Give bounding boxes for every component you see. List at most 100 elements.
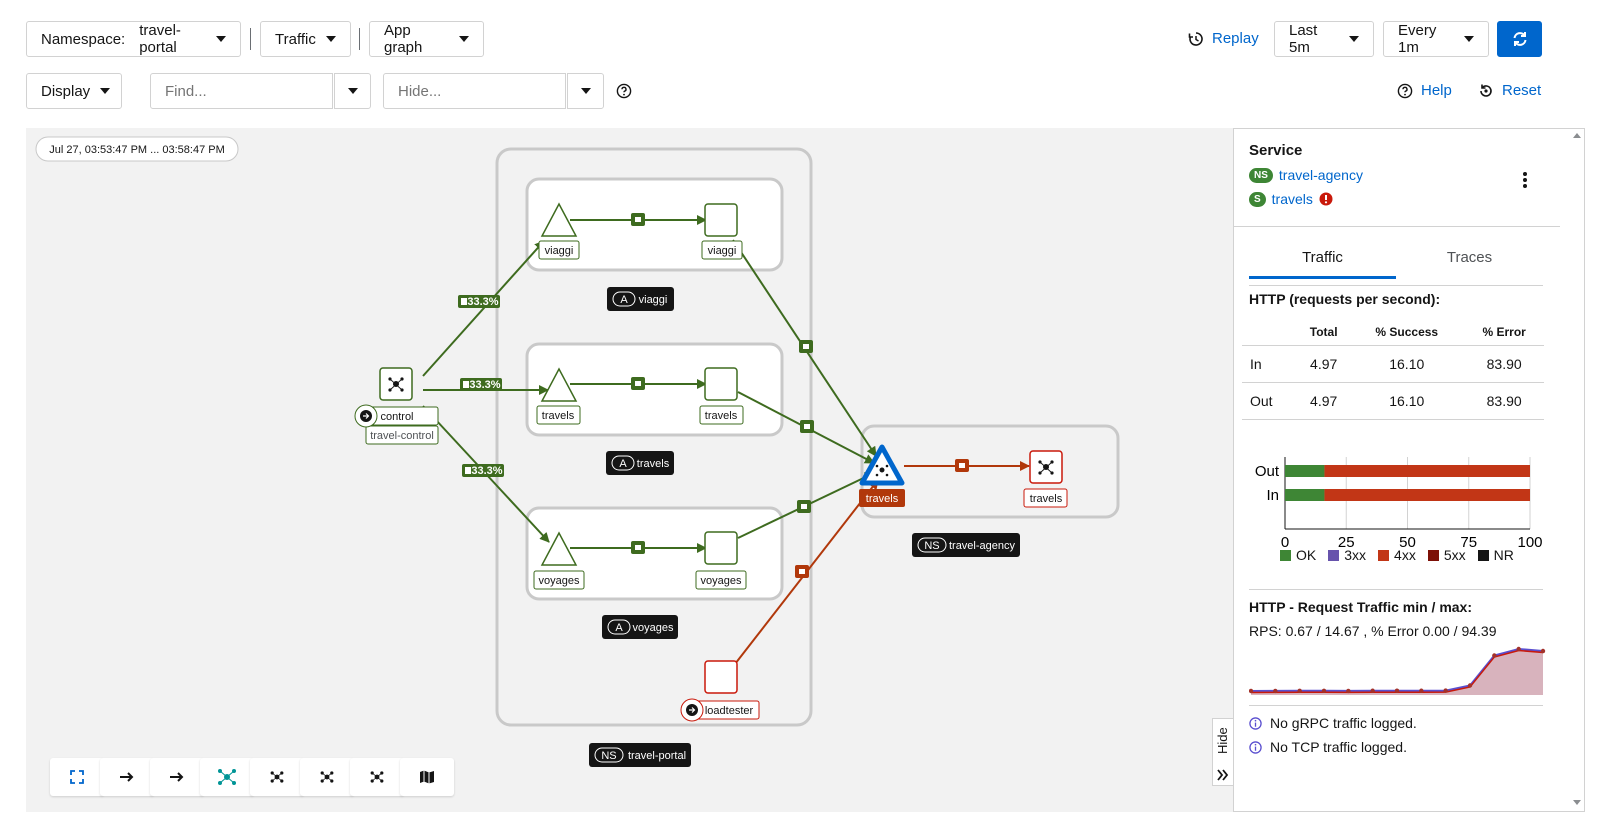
svg-text:travel-portal: travel-portal [628,750,686,762]
node-travels-workload[interactable] [1029,450,1063,484]
legend-label: 4xx [1394,547,1416,563]
table-row: In 4.97 16.10 83.90 [1242,345,1544,383]
svg-text:loadtester: loadtester [705,705,754,717]
svg-text:33.3%: 33.3% [467,296,498,308]
replay-button[interactable]: Replay [1188,30,1259,47]
viaggi-app-label: viaggi [538,240,580,260]
layout-3-button[interactable] [250,758,304,796]
box-label-travel-agency: NS travel-agency [912,533,1020,557]
find-input[interactable] [150,73,333,109]
bar-4xx-out [1324,465,1530,477]
legend-item: 4xx [1378,547,1416,563]
node-viaggi-service[interactable] [704,203,738,237]
layout-4-button[interactable] [300,758,354,796]
bar-4xx-in [1324,489,1530,501]
caret-down-icon [325,36,336,42]
lock-icon [955,459,969,472]
svg-text:travels: travels [1030,493,1063,505]
divider [1249,285,1543,286]
refresh-interval-dropdown[interactable]: Every 1m [1383,21,1489,57]
service-row: S travels [1249,191,1333,207]
caret-down-icon [1349,36,1359,42]
graph-type-dropdown[interactable]: App graph [369,21,484,57]
panel-scrollbar[interactable] [1570,129,1584,811]
svg-text:A: A [619,458,627,470]
layout-default-button[interactable] [100,758,154,796]
table-cell: 4.97 [1298,345,1350,383]
fit-to-screen-button[interactable] [50,758,104,796]
table-header: % Success [1375,325,1439,339]
duration-dropdown[interactable]: Last 5m [1274,21,1374,57]
legend-label: NR [1493,547,1514,563]
reset-button[interactable]: Reset [1478,82,1541,99]
scroll-up-icon[interactable] [1573,133,1581,138]
lock-icon [799,340,813,353]
topology-icon [218,769,236,785]
sparkline-point [1273,688,1278,694]
display-dropdown[interactable]: Display [26,73,122,109]
sync-icon [1513,32,1526,46]
find-dropdown-toggle[interactable] [334,73,371,109]
node-travels-service[interactable] [704,367,738,401]
table-cell: 83.90 [1464,382,1544,420]
timestamp: Jul 27, 03:53:47 PM ... 03:58:47 PM [49,144,225,156]
layout-5-button[interactable] [350,758,404,796]
traffic-dropdown[interactable]: Traffic [260,21,351,57]
svg-text:viaggi: viaggi [545,245,574,257]
scroll-down-icon[interactable] [1573,800,1581,805]
node-voyages-service[interactable] [704,531,738,565]
graph-canvas[interactable]: Jul 27, 03:53:47 PM ... 03:58:47 PM 33.3… [26,128,1234,812]
node-control[interactable] [379,367,413,401]
legend-swatch [1427,550,1439,561]
history-icon [1188,31,1203,46]
bar-legend: OK 3xx 4xx 5xx NR [1280,547,1514,563]
help-button[interactable]: Help [1397,82,1452,99]
long-arrow-right-icon [170,772,184,782]
root-entry-icon [680,698,704,722]
lock-icon [631,213,645,226]
service-link[interactable]: travels [1272,191,1313,207]
sparkline-point [1419,688,1424,693]
edge-label-viaggi: 33.3% [458,295,500,308]
svg-text:viaggi: viaggi [639,294,668,306]
question-circle-icon [1397,83,1413,98]
sparkline-point [1467,683,1473,688]
svg-text:NS: NS [924,540,939,552]
node-travels-selected-service[interactable] [859,444,905,486]
hide-input[interactable] [383,73,566,109]
tab-traffic[interactable]: Traffic [1249,241,1396,279]
reset-icon [1480,84,1492,97]
bar-ok-in [1285,489,1325,501]
layout-1-button[interactable] [150,758,204,796]
legend-label: OK [1296,547,1317,563]
divider [1249,705,1543,706]
ns-badge: NS [1249,167,1273,183]
legend-button[interactable] [400,758,454,796]
layout-2-button[interactable] [200,758,254,796]
question-circle-icon[interactable] [616,83,632,99]
table-header: % Error [1482,325,1526,339]
hide-panel-tab[interactable]: Hide [1212,718,1234,786]
node-loadtester[interactable] [704,660,738,694]
traffic-graph[interactable]: Jul 27, 03:53:47 PM ... 03:58:47 PM 33.3… [26,128,1234,812]
no-grpc-text: No gRPC traffic logged. [1270,715,1417,731]
minmax-text: RPS: 0.67 / 14.67 , % Error 0.00 / 94.39 [1249,623,1497,639]
sparkline-point [1321,688,1327,694]
angle-double-right-icon [1217,769,1229,781]
tab-traces[interactable]: Traces [1396,241,1543,279]
svg-text:control: control [380,411,413,423]
legend-swatch [1378,550,1390,561]
sparkline-point [1249,688,1254,694]
lock-icon [795,565,809,578]
svg-text:travels: travels [866,493,899,505]
hide-dropdown-toggle[interactable] [567,73,604,109]
divider [359,28,360,50]
namespace-link[interactable]: travel-agency [1279,167,1363,183]
sparkline-point [1394,688,1400,693]
refresh-button[interactable] [1497,21,1542,57]
namespace-dropdown[interactable]: Namespace: travel-portal [26,21,241,57]
kebab-menu-icon[interactable] [1522,171,1528,189]
traffic-label: Traffic [275,30,316,48]
caret-down-icon [459,36,469,42]
sparkline-point [1370,688,1375,693]
